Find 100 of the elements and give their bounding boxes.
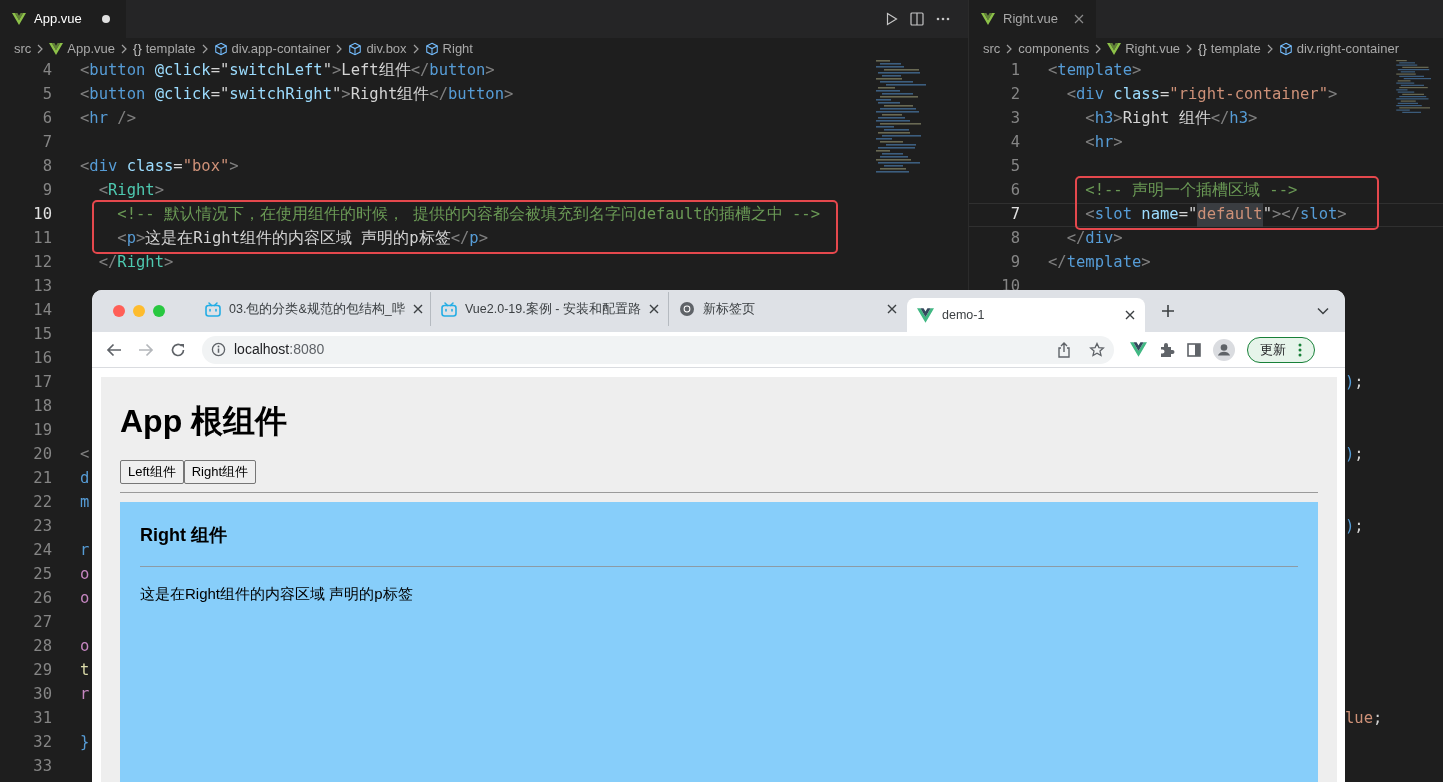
- browser-logo-icon: [679, 301, 695, 317]
- line-number: 13: [32, 276, 52, 298]
- close-icon[interactable]: [887, 304, 897, 314]
- side-panel-icon[interactable]: [1187, 342, 1201, 357]
- code-tag: slot: [1300, 203, 1338, 227]
- vue-logo-icon[interactable]: [1130, 342, 1147, 357]
- browser-tab[interactable]: 新标签页: [669, 292, 907, 326]
- component-button[interactable]: Right组件: [183, 460, 257, 484]
- code-punctuation: <: [1066, 84, 1076, 106]
- code-tag: div: [1076, 83, 1114, 107]
- code-punctuation: >: [229, 156, 239, 178]
- line-number: 4: [41, 60, 52, 82]
- breadcrumb-item[interactable]: App.vue: [67, 38, 116, 59]
- info-icon[interactable]: [211, 342, 226, 357]
- code-tag: div: [1085, 227, 1114, 251]
- vue-file-icon: [49, 42, 64, 55]
- line-number: 7: [41, 132, 52, 154]
- code-punctuation: >: [1141, 252, 1151, 274]
- editor-tab[interactable]: App.vue: [0, 0, 126, 38]
- code-punctuation: <: [98, 180, 108, 202]
- breadcrumb-item[interactable]: src: [983, 38, 1001, 59]
- close-icon[interactable]: [1125, 310, 1135, 320]
- code-comment: <!-- 声明一个插槽区域 -->: [1085, 180, 1298, 202]
- line-number: 33: [32, 756, 52, 778]
- component-button[interactable]: Left组件: [120, 460, 184, 484]
- code-text: =": [210, 84, 230, 106]
- address-bar[interactable]: localhost:8080: [202, 335, 1114, 364]
- code-tag: m: [80, 491, 90, 515]
- vue-file-icon: [981, 13, 995, 25]
- line-number: 9: [1009, 252, 1020, 274]
- line-number: 19: [32, 420, 52, 442]
- close-icon[interactable]: [648, 304, 659, 314]
- reload-icon[interactable]: [170, 341, 186, 358]
- line-number: 27: [32, 612, 52, 634]
- line-number: 4: [1009, 132, 1020, 154]
- code-punctuation: <: [1085, 204, 1095, 226]
- code-tag: hr: [1094, 131, 1114, 155]
- breadcrumb-item[interactable]: div.app-container: [231, 38, 331, 59]
- code-punctuation: >: [504, 84, 514, 106]
- braces-icon: {}: [133, 38, 142, 59]
- update-button[interactable]: 更新: [1247, 336, 1315, 363]
- code-punctuation: >: [1328, 84, 1338, 106]
- split-editor-icon[interactable]: [910, 12, 924, 26]
- breadcrumb-item[interactable]: template: [1210, 38, 1261, 59]
- breadcrumb-item[interactable]: div.right-container: [1296, 38, 1400, 59]
- code-punctuation: <: [80, 156, 90, 178]
- breadcrumb-item[interactable]: Right: [442, 38, 473, 59]
- close-icon[interactable]: [412, 304, 423, 314]
- code-text: 这是在Right组件的内容区域 声明的p标签: [145, 228, 451, 250]
- panel-heading: Right 组件: [140, 524, 228, 547]
- extensions-puzzle-icon[interactable]: [1159, 341, 1175, 358]
- code-tag: h3: [1229, 107, 1249, 131]
- tab-list-icon[interactable]: [1317, 307, 1329, 315]
- breadcrumb-item[interactable]: template: [145, 38, 196, 59]
- browser-tab[interactable]: Vue2.0-19.案例 - 安装和配置路: [431, 292, 669, 326]
- code-keyword: o: [80, 564, 90, 586]
- share-icon[interactable]: [1057, 341, 1071, 358]
- line-number: 2: [1009, 84, 1020, 106]
- breadcrumb-item[interactable]: Right.vue: [1125, 38, 1181, 59]
- menu-icon[interactable]: [1298, 342, 1302, 357]
- code-punctuation: >: [154, 180, 165, 202]
- close-icon[interactable]: [1073, 14, 1084, 24]
- code-punctuation: </: [1048, 252, 1067, 274]
- code-punctuation: <: [80, 444, 90, 466]
- back-icon[interactable]: [106, 341, 122, 358]
- selected-code-text: default: [1197, 203, 1263, 227]
- browser-tab[interactable]: 03.包的分类&规范的包结构_哔: [195, 292, 431, 326]
- line-number: 7: [1009, 204, 1020, 226]
- line-number: 22: [32, 492, 52, 514]
- breadcrumb-item[interactable]: div.box: [366, 38, 407, 59]
- run-icon[interactable]: [886, 12, 898, 26]
- browser-tab[interactable]: demo-1: [907, 298, 1145, 332]
- editor-tab[interactable]: Right.vue: [969, 0, 1096, 38]
- chevron-icon: [1185, 43, 1194, 54]
- code-component: Right: [117, 252, 164, 274]
- code-punctuation: >: [1337, 204, 1347, 226]
- code-punctuation: <: [1085, 108, 1095, 130]
- cube-icon: [348, 41, 363, 56]
- line-number: 31: [32, 708, 52, 730]
- cube-icon: [424, 41, 439, 56]
- line-number: 8: [1009, 228, 1020, 250]
- bookmark-star-icon[interactable]: [1089, 341, 1105, 358]
- code-attribute: @click: [154, 60, 211, 82]
- code-punctuation: <: [80, 84, 90, 106]
- code-text: Right 组件: [1122, 108, 1211, 130]
- code-punctuation: </: [1066, 228, 1086, 250]
- more-actions-icon[interactable]: [936, 17, 950, 21]
- code-punctuation: >: [1113, 108, 1123, 130]
- breadcrumb-item[interactable]: components: [1018, 38, 1090, 59]
- code-punctuation: ></: [1272, 204, 1300, 226]
- code-punctuation: />: [117, 108, 136, 130]
- line-number: 9: [41, 180, 52, 202]
- code-text: ;: [1354, 444, 1364, 466]
- breadcrumb-item[interactable]: src: [14, 38, 32, 59]
- code-tag: button: [89, 83, 155, 107]
- profile-avatar-icon[interactable]: [1213, 338, 1235, 361]
- line-number: 6: [1009, 180, 1020, 202]
- code-punctuation: >: [1132, 60, 1142, 82]
- new-tab-icon[interactable]: [1161, 304, 1175, 318]
- code-keyword: r: [80, 684, 90, 706]
